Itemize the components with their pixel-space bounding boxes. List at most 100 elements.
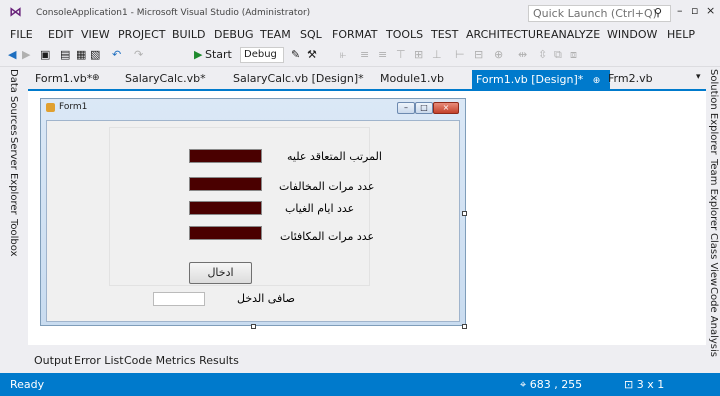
right-panel-strip: Solution Explorer Team Explorer Class Vi… <box>706 67 720 373</box>
menu-analyze[interactable]: ANALYZE <box>551 28 600 41</box>
form1-window[interactable]: Form1 – □ × المرتب المتعاقد عليه عدد مرا… <box>40 98 467 329</box>
vertical-spacing-icon[interactable]: ⇳ <box>538 48 547 61</box>
form-close-icon: × <box>433 102 459 114</box>
data-sources-tab[interactable]: Data Sources <box>8 69 19 136</box>
window-title: ConsoleApplication1 - Microsoft Visual S… <box>36 8 311 18</box>
send-to-back-icon[interactable]: ⧈ <box>570 48 577 62</box>
status-text: Ready <box>10 378 45 391</box>
net-income-textbox[interactable] <box>153 292 205 306</box>
size-icon: ⊡ <box>624 378 634 391</box>
menu-team[interactable]: TEAM <box>260 28 291 41</box>
align-rights-icon[interactable]: ≡ <box>378 48 387 61</box>
tab-overflow-icon[interactable]: ▾ <box>696 72 701 89</box>
server-explorer-tab[interactable]: Server Explorer <box>8 137 19 215</box>
code-analysis-tab[interactable]: Code Analysis <box>708 287 719 357</box>
search-icon[interactable]: ⚲ <box>654 6 662 19</box>
form-minimize-icon: – <box>397 102 415 114</box>
menu-format[interactable]: FORMAT <box>332 28 378 41</box>
align-centers-icon[interactable]: ≡ <box>360 48 369 61</box>
make-same-width-icon[interactable]: ⊢ <box>455 48 465 61</box>
violations-label: عدد مرات المخالفات <box>279 180 375 193</box>
contract-salary-textbox[interactable] <box>189 149 262 163</box>
form-maximize-icon: □ <box>415 102 433 114</box>
menu-build[interactable]: BUILD <box>172 28 205 41</box>
form-title: Form1 <box>59 102 88 112</box>
tab-salarycalc-design[interactable]: SalaryCalc.vb [Design]* <box>233 72 364 89</box>
tab-frm2-vb[interactable]: Frm2.vb <box>608 72 653 89</box>
rewards-label: عدد مرات المكافئات <box>280 230 375 243</box>
tab-error-list[interactable]: Error List <box>74 354 124 367</box>
form-icon <box>46 103 55 112</box>
status-bar: Ready ⌖ 683 , 255 ⊡ 3 x 1 <box>0 373 720 396</box>
menu-view[interactable]: VIEW <box>81 28 110 41</box>
toolbox-tab[interactable]: Toolbox <box>8 219 19 257</box>
status-size-value: 3 x 1 <box>636 378 665 391</box>
start-icon[interactable]: ▶ <box>194 48 202 61</box>
solution-explorer-tab[interactable]: Solution Explorer <box>708 69 719 155</box>
tab-output[interactable]: Output <box>34 354 72 367</box>
configuration-dropdown[interactable]: Debug <box>240 47 284 63</box>
menu-debug[interactable]: DEBUG <box>214 28 254 41</box>
status-size: ⊡ 3 x 1 <box>624 378 664 391</box>
start-button[interactable]: Start <box>205 48 232 61</box>
tab-code-metrics[interactable]: Code Metrics Results <box>124 354 239 367</box>
menu-test[interactable]: TEST <box>431 28 458 41</box>
quick-launch-input[interactable]: Quick Launch (Ctrl+Q) <box>528 5 671 22</box>
enter-button[interactable]: ادخال <box>189 262 252 284</box>
tools-icon[interactable]: ⚒ <box>307 48 317 61</box>
team-explorer-tab[interactable]: Team Explorer <box>708 159 719 230</box>
restore-button[interactable]: ▫ <box>691 4 698 17</box>
align-lefts-icon[interactable]: ⫦ <box>340 48 346 62</box>
form-client-area[interactable]: المرتب المتعاقد عليه عدد مرات المخالفات … <box>46 120 460 322</box>
document-tab-bar: Form1.vb* ⊕ SalaryCalc.vb* SalaryCalc.vb… <box>28 70 706 91</box>
class-view-tab[interactable]: Class View <box>708 233 719 286</box>
menu-file[interactable]: FILE <box>10 28 33 41</box>
minimize-button[interactable]: – <box>677 4 683 17</box>
save-all-icon[interactable]: ▧ <box>90 48 100 61</box>
input-panel[interactable]: المرتب المتعاقد عليه عدد مرات المخالفات … <box>109 127 382 286</box>
status-position: ⌖ 683 , 255 <box>520 378 582 392</box>
toolbar: ◀ ▶ ▣ ▤ ▦ ▧ ↶ ↷ ▶ Start Debug ✎ ⚒ ⫦ ≡ ≡ … <box>0 44 720 67</box>
forward-icon[interactable]: ▶ <box>22 48 30 61</box>
back-icon[interactable]: ◀ <box>8 48 16 61</box>
redo-icon[interactable]: ↷ <box>134 48 143 61</box>
menu-sql[interactable]: SQL <box>300 28 322 41</box>
menu-project[interactable]: PROJECT <box>118 28 166 41</box>
find-icon[interactable]: ✎ <box>291 48 300 61</box>
pin-icon[interactable]: ⊕ <box>92 73 100 90</box>
menu-help[interactable]: HELP <box>667 28 695 41</box>
align-middles-icon[interactable]: ⊞ <box>414 48 423 61</box>
tab-form1-design-label: Form1.vb [Design]* <box>476 73 584 86</box>
new-project-icon[interactable]: ▣ <box>40 48 50 61</box>
left-panel-strip: Data Sources Server Explorer Toolbox <box>0 67 28 373</box>
resize-handle-right[interactable] <box>462 211 467 216</box>
tab-module1-vb[interactable]: Module1.vb <box>380 72 444 89</box>
make-same-size-icon[interactable]: ⊕ <box>494 48 503 61</box>
rewards-textbox[interactable] <box>189 226 262 240</box>
tab-form1-vb[interactable]: Form1.vb* <box>35 72 92 89</box>
horizontal-spacing-icon[interactable]: ⇹ <box>518 48 527 61</box>
close-button[interactable]: × <box>706 4 715 17</box>
resize-handle-bottom[interactable] <box>251 324 256 329</box>
position-icon: ⌖ <box>520 378 527 391</box>
absence-days-textbox[interactable] <box>189 201 262 215</box>
menu-bar: FILE EDIT VIEW PROJECT BUILD DEBUG TEAM … <box>0 26 720 44</box>
tab-form1-design[interactable]: Form1.vb [Design]* ⊕ × <box>472 70 617 89</box>
save-icon[interactable]: ▦ <box>76 48 86 61</box>
pin-icon[interactable]: ⊕ <box>593 76 601 86</box>
undo-icon[interactable]: ↶ <box>112 48 121 61</box>
tab-salarycalc-vb[interactable]: SalaryCalc.vb* <box>125 72 206 89</box>
align-bottoms-icon[interactable]: ⊥ <box>432 48 442 61</box>
designer-surface: Form1 – □ × المرتب المتعاقد عليه عدد مرا… <box>28 91 706 345</box>
menu-window[interactable]: WINDOW <box>607 28 657 41</box>
menu-edit[interactable]: EDIT <box>48 28 73 41</box>
menu-architecture[interactable]: ARCHITECTURE <box>466 28 551 41</box>
open-icon[interactable]: ▤ <box>60 48 70 61</box>
net-income-label: صافى الدخل <box>237 292 295 305</box>
bring-to-front-icon[interactable]: ⧉ <box>554 48 562 62</box>
menu-tools[interactable]: TOOLS <box>386 28 423 41</box>
violations-textbox[interactable] <box>189 177 262 191</box>
make-same-height-icon[interactable]: ⊟ <box>474 48 483 61</box>
align-tops-icon[interactable]: ⊤ <box>396 48 406 61</box>
resize-handle-corner[interactable] <box>462 324 467 329</box>
